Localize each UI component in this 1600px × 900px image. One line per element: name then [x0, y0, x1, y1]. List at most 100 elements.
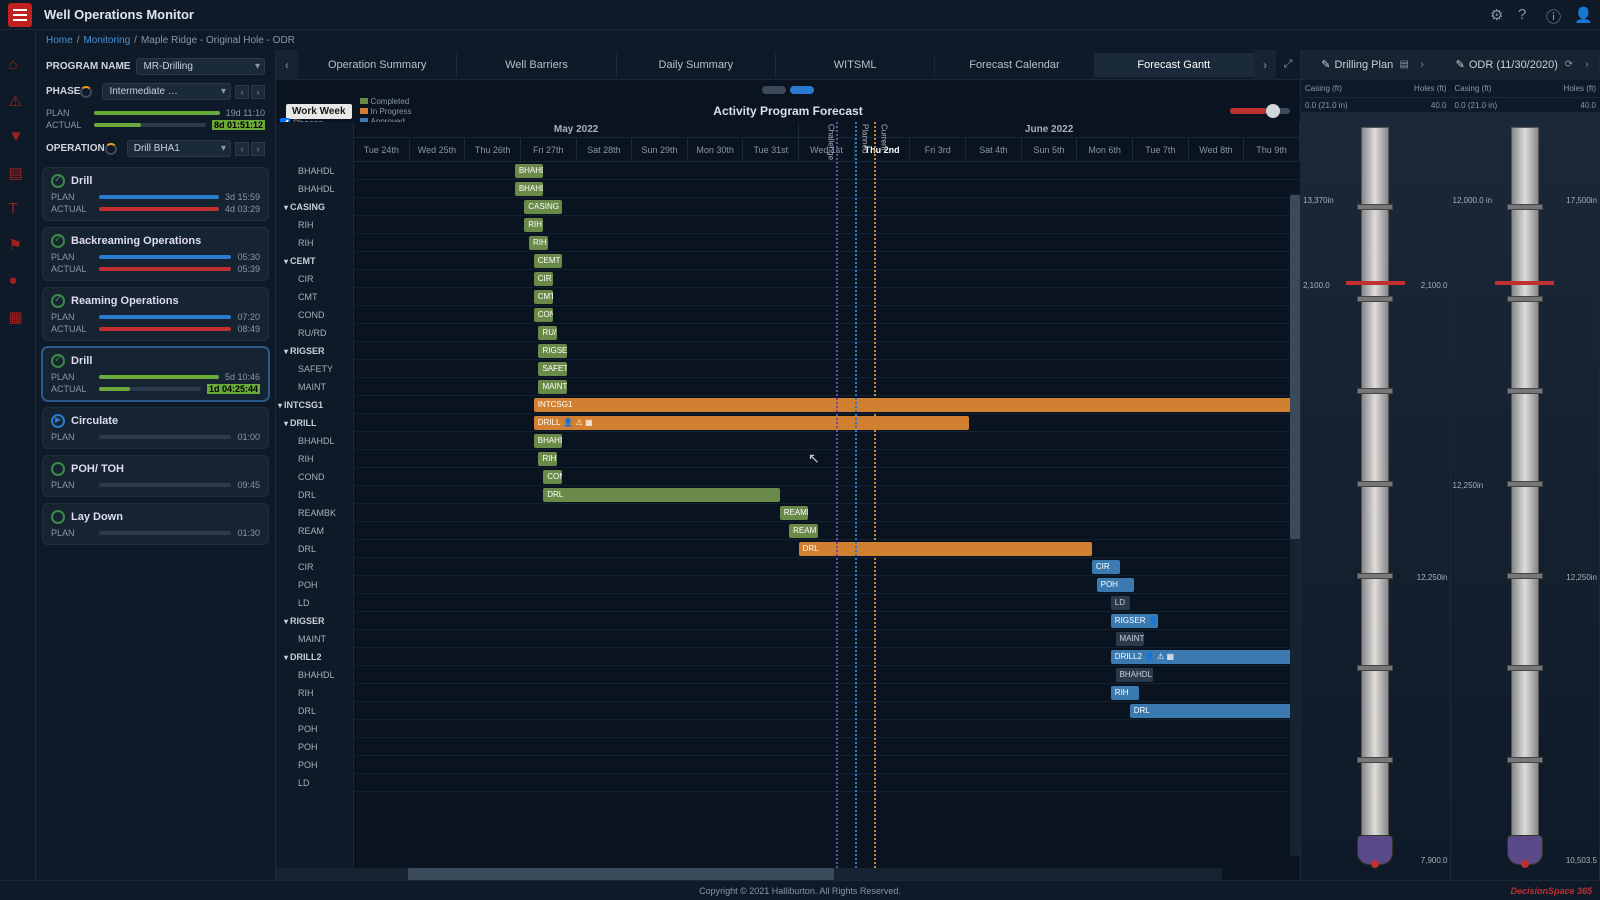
- gantt-bar[interactable]: REAMBK: [780, 506, 808, 520]
- gantt-bar[interactable]: INTCSG1: [534, 398, 1300, 412]
- help-icon[interactable]: ?: [1518, 6, 1536, 24]
- tree-row[interactable]: RIH: [276, 216, 353, 234]
- phase-prev-button[interactable]: ‹: [235, 85, 249, 99]
- op-card[interactable]: POH/ TOHPLAN09:45: [42, 455, 269, 497]
- gantt-vscroll[interactable]: [1290, 194, 1300, 856]
- gantt-bar[interactable]: CASING👤 ⚠ ▦: [524, 200, 562, 214]
- gantt-bar[interactable]: RIH: [529, 236, 548, 250]
- gantt-bar[interactable]: RIGSER👤 ⚠ ▦: [538, 344, 566, 358]
- tree-row[interactable]: RIGSER: [276, 342, 353, 360]
- phase-select[interactable]: Intermediate …: [102, 83, 231, 100]
- gantt-bar[interactable]: DRILL2👤 ⚠ ▦: [1111, 650, 1300, 664]
- gantt-bar[interactable]: BHAHDL: [534, 434, 562, 448]
- gantt-bar[interactable]: RIH: [524, 218, 543, 232]
- program-select[interactable]: MR-Drilling: [136, 58, 265, 75]
- tree-row[interactable]: MAINT: [276, 630, 353, 648]
- operation-select[interactable]: Drill BHA1: [127, 140, 231, 157]
- rp-tab-menu[interactable]: ▤: [1397, 59, 1411, 70]
- tree-row[interactable]: RIH: [276, 450, 353, 468]
- gantt-bar[interactable]: RIH: [538, 452, 557, 466]
- gantt-bar[interactable]: LD: [1111, 596, 1130, 610]
- work-week-toggle[interactable]: Work Week: [286, 104, 352, 119]
- gantt-bar[interactable]: MAINT: [538, 380, 566, 394]
- gantt-bar[interactable]: DRL: [1130, 704, 1300, 718]
- gantt-bar[interactable]: CIR: [1092, 560, 1120, 574]
- gantt-bar[interactable]: RU/RD: [538, 326, 557, 340]
- rp-tab-close[interactable]: ›: [1580, 59, 1594, 70]
- tree-row[interactable]: COND: [276, 306, 353, 324]
- tree-row[interactable]: BHAHDL: [276, 180, 353, 198]
- op-card[interactable]: CirculatePLAN01:00: [42, 407, 269, 449]
- tree-row[interactable]: RIGSER: [276, 612, 353, 630]
- tree-row[interactable]: RU/RD: [276, 324, 353, 342]
- gantt-hscroll[interactable]: [276, 868, 1222, 880]
- tree-row[interactable]: BHAHDL: [276, 162, 353, 180]
- gantt-bar[interactable]: BHAHDL: [515, 182, 543, 196]
- tree-row[interactable]: DRL: [276, 486, 353, 504]
- rig-icon[interactable]: ▼: [9, 128, 27, 146]
- gantt-bar[interactable]: COND: [543, 470, 562, 484]
- tool-icon[interactable]: T: [9, 200, 27, 218]
- tab-well-barriers[interactable]: Well Barriers: [457, 53, 616, 77]
- tree-row[interactable]: POH: [276, 720, 353, 738]
- tree-row[interactable]: DRL: [276, 540, 353, 558]
- gantt-bar[interactable]: BHAHDL: [515, 164, 543, 178]
- op-next-button[interactable]: ›: [251, 142, 265, 156]
- menu-button[interactable]: [8, 3, 32, 27]
- gantt-bar[interactable]: POH: [1097, 578, 1135, 592]
- tree-row[interactable]: DRILL: [276, 414, 353, 432]
- op-card[interactable]: DrillPLAN5d 10:46ACTUAL1d 04:25:44: [42, 347, 269, 401]
- tree-row[interactable]: COND: [276, 468, 353, 486]
- tree-row[interactable]: CIR: [276, 558, 353, 576]
- tree-row[interactable]: RIH: [276, 234, 353, 252]
- tree-row[interactable]: POH: [276, 738, 353, 756]
- home-icon[interactable]: ⌂: [9, 56, 27, 74]
- gantt-bar[interactable]: RIH: [1111, 686, 1139, 700]
- gantt-bar[interactable]: DRL: [543, 488, 780, 502]
- tree-row[interactable]: CASING: [276, 198, 353, 216]
- gantt-bar[interactable]: DRL: [799, 542, 1092, 556]
- rp-tab-plan[interactable]: ✎Drilling Plan▤›: [1301, 50, 1451, 79]
- op-card[interactable]: Backreaming OperationsPLAN05:30ACTUAL05:…: [42, 227, 269, 281]
- tree-row[interactable]: CIR: [276, 270, 353, 288]
- tab-daily-summary[interactable]: Daily Summary: [617, 53, 776, 77]
- tree-row[interactable]: REAM: [276, 522, 353, 540]
- op-card[interactable]: Reaming OperationsPLAN07:20ACTUAL08:49: [42, 287, 269, 341]
- tree-row[interactable]: BHAHDL: [276, 432, 353, 450]
- gantt-bar[interactable]: SAFETY: [538, 362, 566, 376]
- op-card[interactable]: Lay DownPLAN01:30: [42, 503, 269, 545]
- gantt-bar[interactable]: DRILL👤 ⚠ ▦: [534, 416, 969, 430]
- tree-row[interactable]: SAFETY: [276, 360, 353, 378]
- dot-icon[interactable]: ●: [9, 272, 27, 290]
- gantt-bar[interactable]: CIR: [534, 272, 553, 286]
- rp-tab-close[interactable]: ›: [1415, 59, 1429, 70]
- tabs-prev-button[interactable]: ‹: [276, 50, 298, 80]
- tree-row[interactable]: POH: [276, 756, 353, 774]
- info-icon[interactable]: ⓘ: [1546, 6, 1564, 24]
- tree-row[interactable]: CEMT: [276, 252, 353, 270]
- op-card[interactable]: DrillPLAN3d 15:59ACTUAL4d 03:29: [42, 167, 269, 221]
- tree-row[interactable]: DRL: [276, 702, 353, 720]
- tab-witsml[interactable]: WITSML: [776, 53, 935, 77]
- tree-row[interactable]: MAINT: [276, 378, 353, 396]
- gantt-bar[interactable]: CMT: [534, 290, 553, 304]
- tabs-next-button[interactable]: ›: [1254, 50, 1276, 80]
- zoom-slider[interactable]: [1230, 108, 1290, 114]
- user-icon[interactable]: 👤: [1574, 6, 1592, 24]
- gantt-bar[interactable]: REAM: [789, 524, 817, 538]
- gantt-grid[interactable]: May 2022June 2022 Tue 24thWed 25thThu 26…: [354, 122, 1300, 868]
- tree-row[interactable]: POH: [276, 576, 353, 594]
- alert-icon[interactable]: ⚠: [9, 92, 27, 110]
- op-prev-button[interactable]: ‹: [235, 142, 249, 156]
- tree-row[interactable]: INTCSG1: [276, 396, 353, 414]
- gantt-bar[interactable]: CEMT👤 ⚠ ▦: [534, 254, 562, 268]
- gantt-bar[interactable]: RIGSER👤 ⚠ ▦: [1111, 614, 1158, 628]
- phase-next-button[interactable]: ›: [251, 85, 265, 99]
- rp-tab-odr[interactable]: ✎ODR (11/30/2020)⟳›: [1451, 50, 1600, 79]
- tree-row[interactable]: REAMBK: [276, 504, 353, 522]
- gantt-bar[interactable]: BHAHDL: [1116, 668, 1154, 682]
- tab-forecast-calendar[interactable]: Forecast Calendar: [935, 53, 1094, 77]
- rp-tab-refresh[interactable]: ⟳: [1562, 59, 1576, 70]
- gantt-bar[interactable]: MAINT: [1116, 632, 1144, 646]
- tree-row[interactable]: CMT: [276, 288, 353, 306]
